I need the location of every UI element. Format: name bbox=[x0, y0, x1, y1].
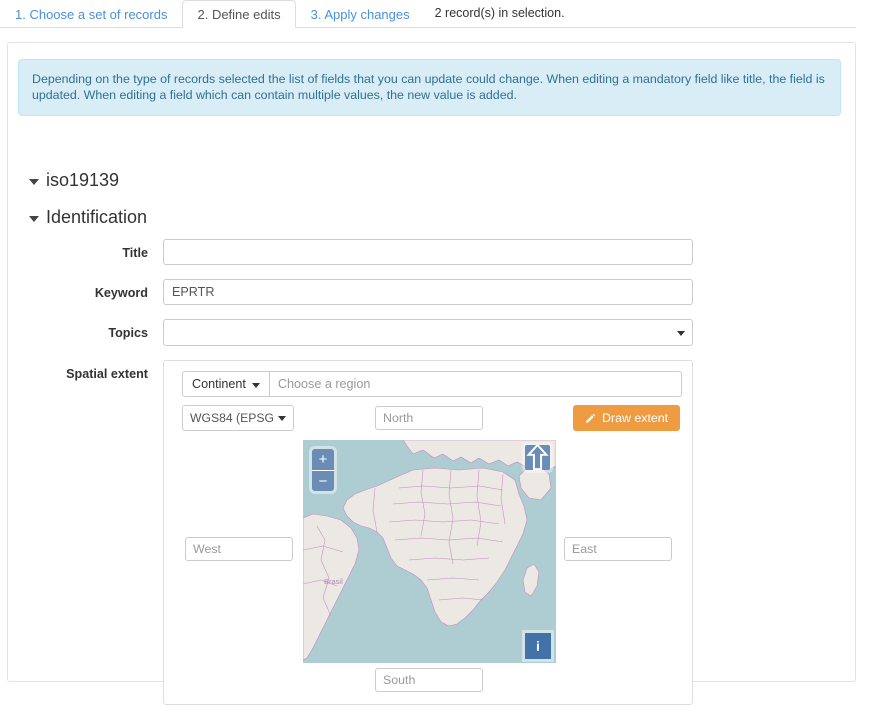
section-header-iso19139[interactable]: iso19139 bbox=[29, 169, 119, 191]
section-title-iso19139: iso19139 bbox=[46, 170, 120, 190]
map-label-brasil: Brasil bbox=[324, 577, 343, 586]
field-row-topics: Topics bbox=[8, 319, 855, 346]
east-input[interactable] bbox=[564, 537, 672, 561]
label-topics: Topics bbox=[108, 326, 148, 340]
wizard-tabbar: 1. Choose a set of records 2. Define edi… bbox=[0, 0, 856, 28]
region-input[interactable] bbox=[269, 371, 682, 397]
chevron-down-icon bbox=[29, 178, 39, 185]
projection-select-wrap: WGS84 (EPSG:4326) bbox=[182, 405, 294, 431]
arrow-up-icon bbox=[526, 445, 549, 470]
zoom-in-button[interactable]: + bbox=[312, 449, 334, 470]
pencil-icon bbox=[585, 413, 596, 423]
west-input[interactable] bbox=[185, 537, 293, 561]
projection-select[interactable]: WGS84 (EPSG:4326) bbox=[182, 405, 294, 431]
spatial-extent-widget: Continent WGS84 (EPSG:4326) bbox=[163, 360, 693, 705]
north-input[interactable] bbox=[375, 406, 483, 430]
field-row-spatial-extent: Spatial extent Continent Choose a region… bbox=[8, 360, 855, 705]
section-header-identification[interactable]: Identification bbox=[29, 206, 147, 228]
south-input[interactable] bbox=[375, 668, 483, 692]
tab-choose-records[interactable]: 1. Choose a set of records bbox=[0, 0, 182, 27]
region-selector-group: Continent bbox=[182, 371, 682, 397]
zoom-out-button[interactable]: − bbox=[312, 470, 334, 491]
map-zoom-controls: + − bbox=[312, 449, 334, 491]
tab-apply-changes[interactable]: 3. Apply changes bbox=[296, 0, 425, 27]
label-title: Title bbox=[122, 246, 148, 260]
map-fullscreen-button[interactable] bbox=[525, 445, 550, 470]
edits-form: Title Keyword Topics bbox=[8, 239, 855, 719]
extent-map[interactable]: Brasil + − i bbox=[303, 440, 556, 663]
draw-extent-button[interactable]: Draw extent bbox=[573, 405, 681, 431]
map-info-button[interactable]: i bbox=[525, 633, 551, 659]
chevron-down-icon bbox=[29, 215, 39, 222]
info-alert: Depending on the type of records selecte… bbox=[18, 59, 841, 116]
continent-dropdown-label: Continent bbox=[192, 377, 246, 391]
topics-select[interactable] bbox=[163, 319, 693, 346]
label-spatial-extent: Spatial extent bbox=[66, 367, 148, 381]
tab-define-edits[interactable]: 2. Define edits bbox=[182, 0, 296, 28]
chevron-down-icon bbox=[251, 382, 260, 388]
edit-panel: Depending on the type of records selecte… bbox=[7, 42, 856, 705]
title-input[interactable] bbox=[163, 239, 693, 265]
field-row-title: Title bbox=[8, 239, 855, 265]
field-row-keyword: Keyword bbox=[8, 279, 855, 305]
label-keyword: Keyword bbox=[94, 286, 148, 300]
map-canvas: Brasil bbox=[303, 440, 556, 663]
continent-dropdown-button[interactable]: Continent bbox=[182, 371, 270, 397]
section-title-identification: Identification bbox=[46, 207, 148, 227]
keyword-input[interactable] bbox=[163, 279, 693, 305]
selection-count-note: 2 record(s) in selection. bbox=[434, 6, 565, 20]
draw-extent-label: Draw extent bbox=[602, 411, 669, 425]
